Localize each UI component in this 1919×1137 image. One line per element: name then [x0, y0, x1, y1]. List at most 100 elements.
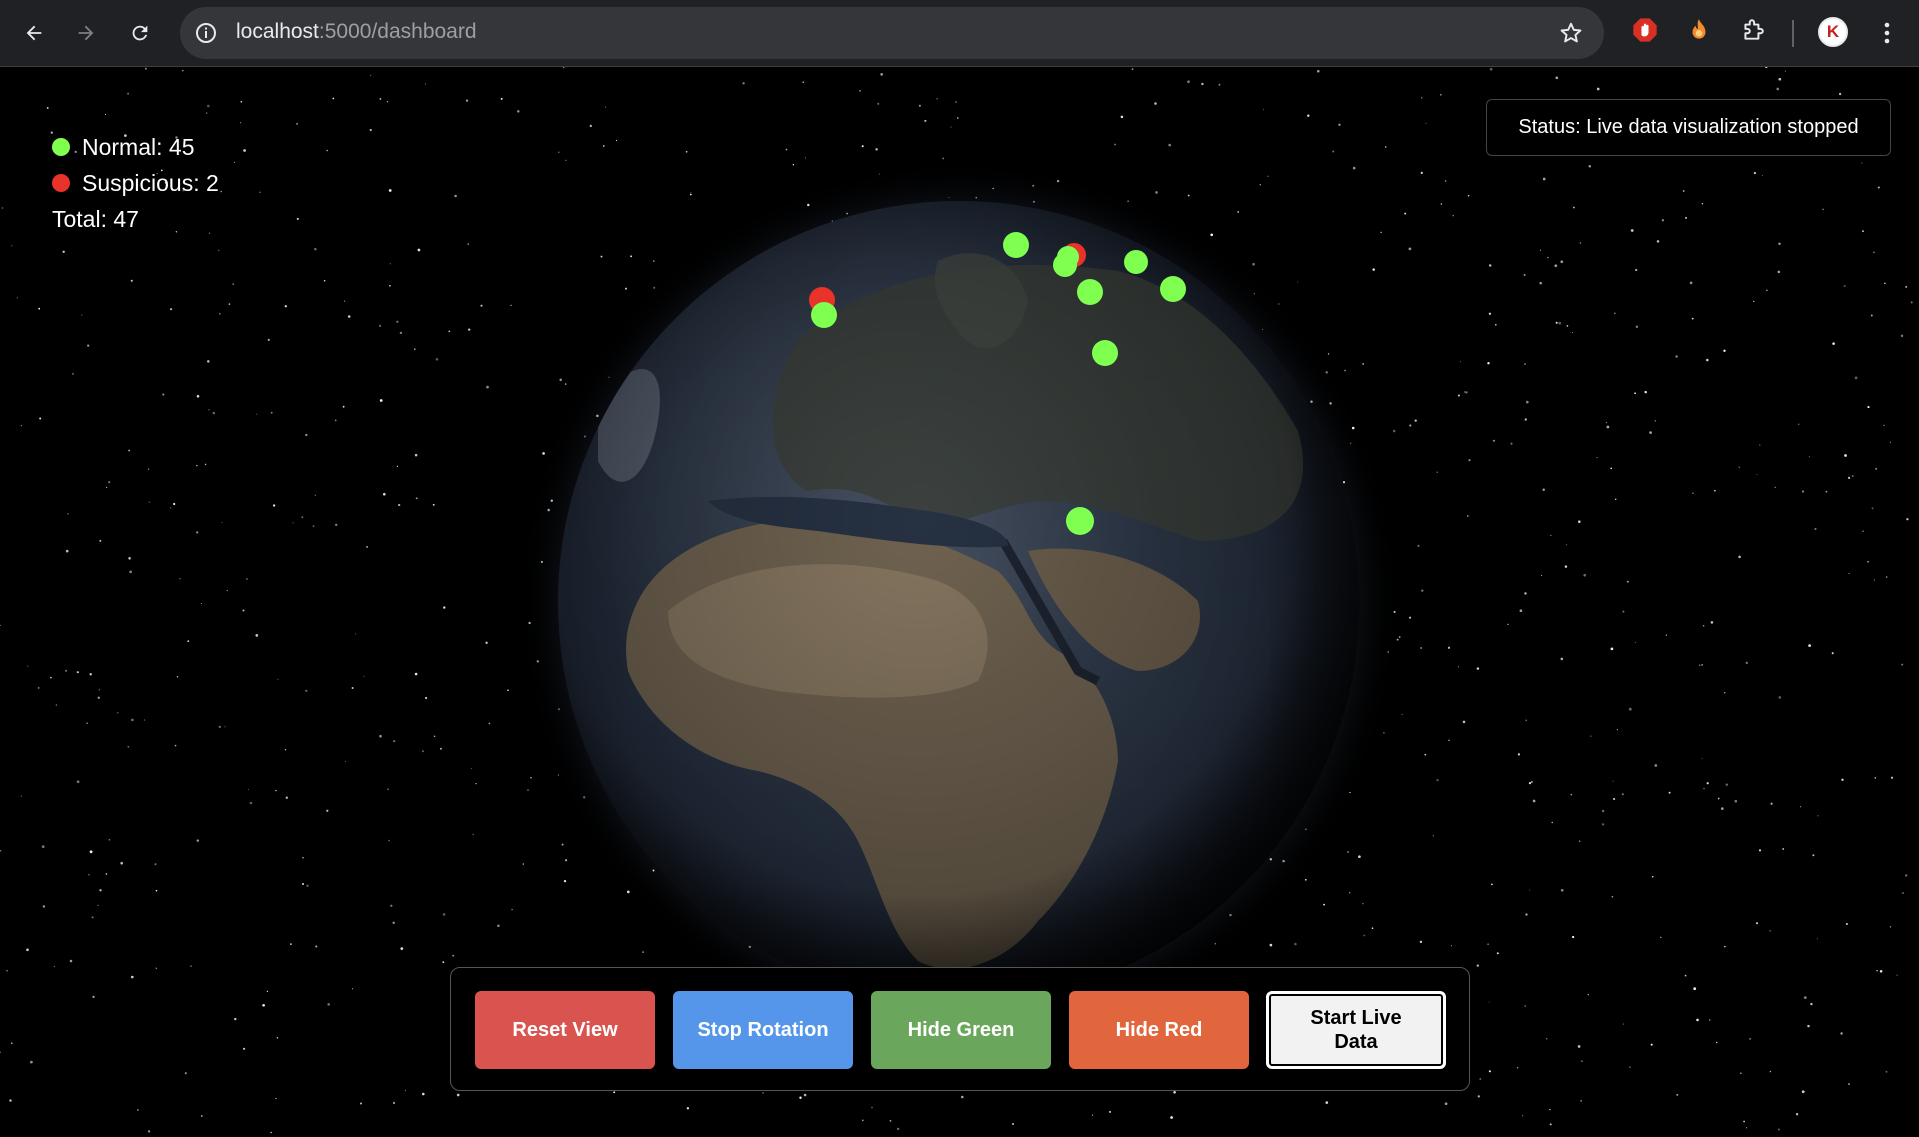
- star: [1489, 67, 1493, 71]
- normal-traffic-point[interactable]: [1003, 232, 1029, 258]
- star: [889, 1120, 892, 1122]
- star: [1447, 646, 1451, 649]
- star: [11, 1042, 13, 1044]
- info-icon[interactable]: [194, 21, 218, 45]
- star: [245, 578, 248, 580]
- star: [1769, 930, 1771, 932]
- star: [475, 782, 477, 785]
- normal-traffic-point[interactable]: [1053, 253, 1077, 277]
- extensions-button[interactable]: [1738, 15, 1768, 45]
- star: [975, 197, 977, 199]
- star: [1572, 332, 1573, 334]
- adblock-extension-button[interactable]: [1630, 15, 1660, 45]
- star: [1778, 242, 1781, 246]
- star: [272, 504, 276, 507]
- star: [162, 393, 165, 396]
- traffic-points-layer[interactable]: [558, 201, 1360, 1003]
- normal-traffic-point[interactable]: [1160, 276, 1186, 302]
- star: [108, 481, 111, 484]
- normal-traffic-point[interactable]: [1066, 507, 1094, 535]
- status-text: Status: Live data visualization stopped: [1518, 116, 1859, 138]
- star: [1398, 636, 1401, 638]
- normal-traffic-point[interactable]: [811, 302, 837, 328]
- reload-button[interactable]: [120, 13, 160, 53]
- star: [148, 501, 150, 503]
- profile-avatar[interactable]: K: [1818, 17, 1848, 47]
- stop-rotation-button[interactable]: Stop Rotation: [673, 991, 853, 1069]
- star: [468, 328, 471, 331]
- star: [1263, 108, 1265, 110]
- star: [232, 283, 235, 285]
- star: [602, 145, 605, 147]
- star: [517, 110, 520, 113]
- control-panel: Reset View Stop Rotation Hide Green Hide…: [450, 967, 1470, 1091]
- back-button[interactable]: [14, 13, 54, 53]
- forward-button[interactable]: [66, 13, 106, 53]
- star: [1870, 314, 1873, 317]
- star: [312, 525, 315, 527]
- globe-scene[interactable]: Normal: 45 Suspicious: 2 Total: 47 Statu…: [0, 67, 1919, 1137]
- url-text[interactable]: localhost:5000/dashboard: [236, 20, 477, 44]
- star: [1332, 150, 1335, 153]
- address-bar[interactable]: localhost:5000/dashboard: [180, 7, 1604, 59]
- hide-green-button[interactable]: Hide Green: [871, 991, 1051, 1069]
- star: [1817, 815, 1819, 817]
- star: [1091, 1114, 1094, 1116]
- star: [352, 988, 354, 990]
- star: [130, 975, 134, 979]
- star: [306, 884, 309, 888]
- star: [131, 718, 134, 722]
- star: [30, 1060, 33, 1064]
- star: [382, 492, 386, 496]
- star: [314, 494, 317, 496]
- star: [1421, 97, 1423, 99]
- traffic-legend: Normal: 45 Suspicious: 2 Total: 47: [52, 129, 219, 237]
- star: [1740, 1072, 1742, 1074]
- star: [1577, 1045, 1581, 1048]
- star: [1496, 952, 1499, 955]
- star: [355, 633, 357, 635]
- star: [511, 908, 513, 911]
- reset-view-button[interactable]: Reset View: [475, 991, 655, 1069]
- star: [880, 73, 884, 76]
- star: [1371, 927, 1374, 929]
- hide-red-button[interactable]: Hide Red: [1069, 991, 1249, 1069]
- star: [1362, 903, 1364, 905]
- star: [414, 672, 418, 676]
- star: [1848, 573, 1850, 575]
- star: [527, 789, 529, 792]
- normal-traffic-point[interactable]: [1124, 250, 1148, 274]
- star: [1841, 778, 1844, 781]
- star: [425, 696, 428, 700]
- star: [6, 969, 8, 972]
- star: [1745, 661, 1749, 665]
- star: [1580, 1100, 1582, 1102]
- fire-extension-button[interactable]: [1684, 15, 1714, 45]
- star: [1393, 610, 1396, 613]
- fire-extension-icon: [1692, 19, 1706, 39]
- star: [301, 516, 304, 519]
- normal-traffic-point[interactable]: [1092, 340, 1118, 366]
- star-icon[interactable]: [1558, 20, 1584, 46]
- star: [127, 745, 130, 748]
- browser-menu-button[interactable]: [1874, 16, 1900, 50]
- normal-traffic-point[interactable]: [1077, 279, 1103, 305]
- star: [1432, 835, 1434, 837]
- start-live-data-button[interactable]: Start Live Data: [1266, 991, 1446, 1069]
- star: [1495, 324, 1497, 326]
- star: [1761, 175, 1763, 177]
- normal-traffic-point[interactable]: [1207, 251, 1227, 271]
- star: [359, 1102, 363, 1105]
- star: [424, 83, 427, 85]
- star: [11, 245, 13, 247]
- star: [1421, 589, 1424, 592]
- star: [217, 249, 220, 252]
- star: [443, 606, 446, 609]
- star: [249, 801, 253, 805]
- star: [1168, 143, 1172, 147]
- star: [335, 523, 338, 527]
- star: [1601, 809, 1605, 813]
- star: [1491, 883, 1493, 886]
- earth-globe[interactable]: [558, 201, 1360, 1003]
- star: [467, 243, 470, 245]
